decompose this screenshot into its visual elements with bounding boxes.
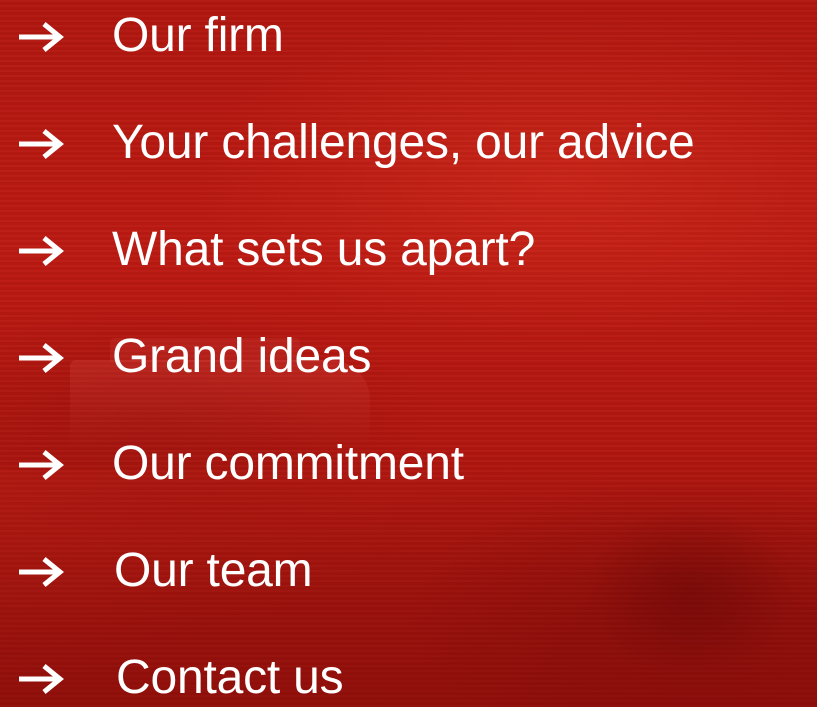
nav-item-label: What sets us apart? bbox=[112, 223, 536, 276]
nav-item-label: Our commitment bbox=[112, 437, 464, 490]
arrow-right-icon bbox=[16, 663, 66, 695]
nav-item-label: Our firm bbox=[112, 9, 284, 62]
arrow-right-icon bbox=[16, 342, 66, 374]
arrow-right-icon bbox=[16, 128, 66, 160]
arrow-right-icon bbox=[16, 556, 66, 588]
nav-item-label: Contact us bbox=[116, 651, 344, 704]
nav-item-label: Grand ideas bbox=[112, 330, 372, 383]
arrow-right-icon bbox=[16, 21, 66, 53]
arrow-right-icon bbox=[16, 235, 66, 267]
nav-item-label: Your challenges, our advice bbox=[112, 116, 695, 169]
main-navigation: Our firm Your challenges, our advice Wha… bbox=[0, 0, 817, 707]
arrow-right-icon bbox=[16, 449, 66, 481]
nav-item-label: Our team bbox=[114, 544, 313, 597]
